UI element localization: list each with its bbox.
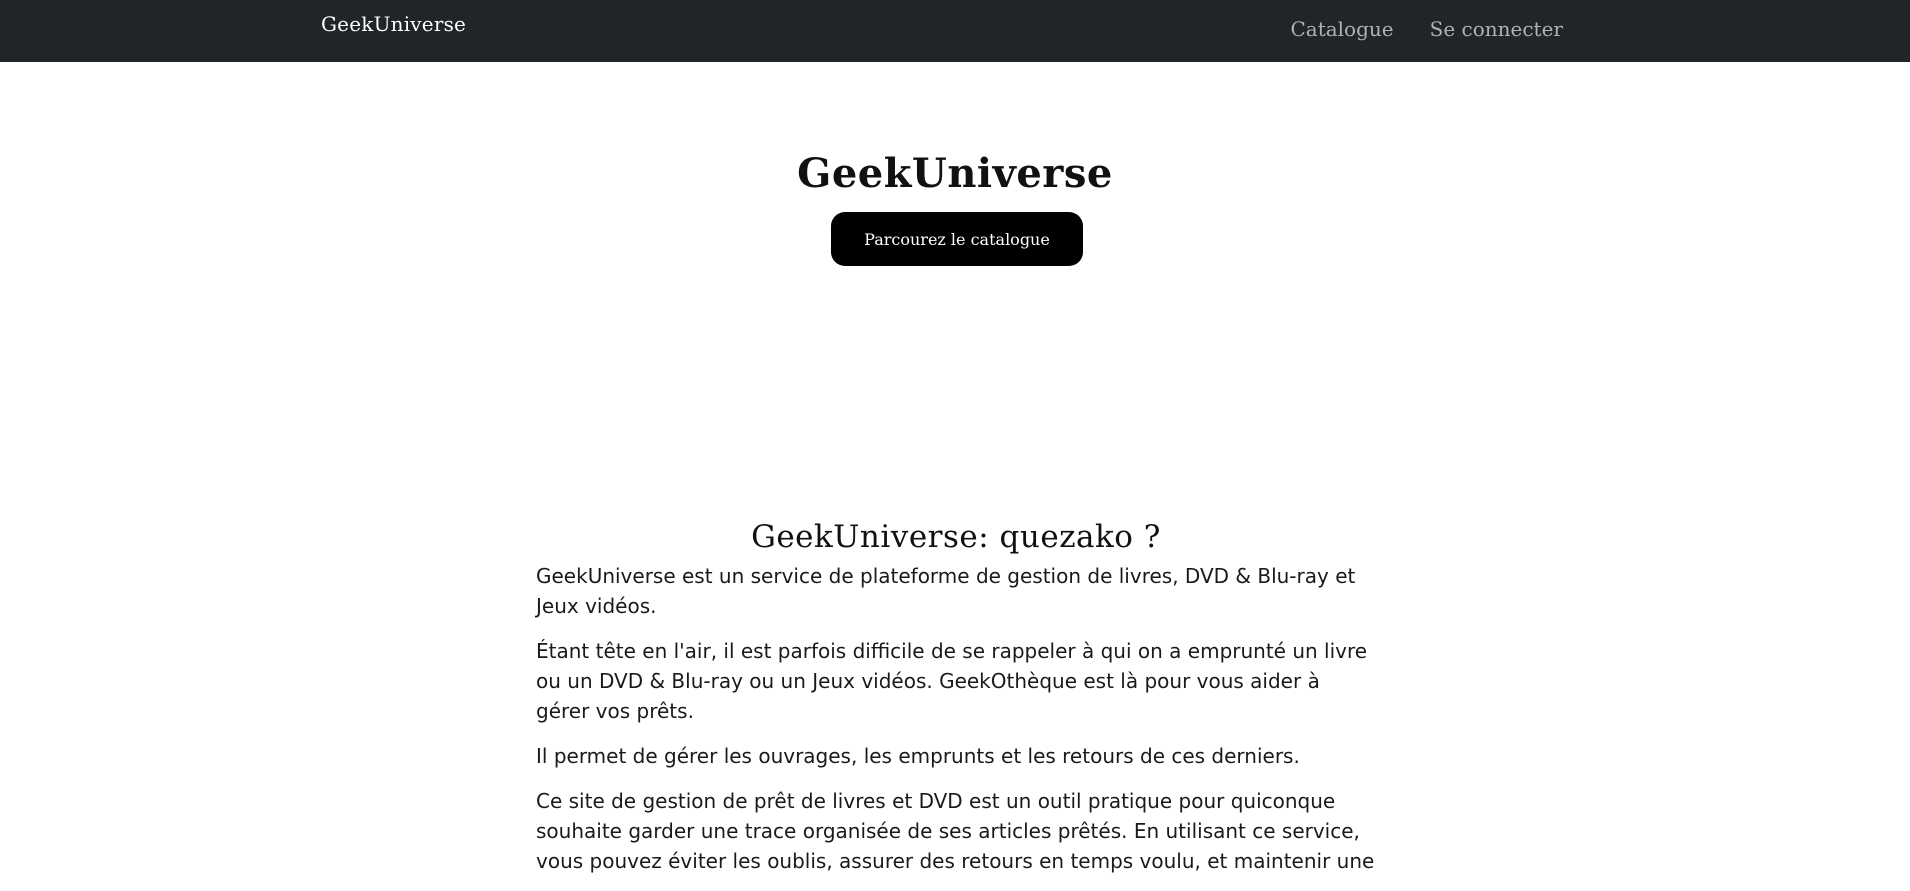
nav-links: Catalogue Se connecter [1290, 17, 1563, 41]
browse-catalogue-button[interactable]: Parcourez le catalogue [831, 212, 1083, 266]
nav-link-catalogue[interactable]: Catalogue [1290, 17, 1393, 41]
about-paragraph-1: GeekUniverse est un service de plateform… [536, 564, 1356, 618]
about-paragraph-4: Ce site de gestion de prêt de livres et … [536, 789, 1375, 873]
brand-link[interactable]: GeekUniverse [321, 12, 466, 36]
about-paragraph-2: Étant tête en l'air, il est parfois diff… [536, 639, 1368, 723]
about-title: GeekUniverse: quezako ? [751, 519, 1161, 555]
hero-title: GeekUniverse [797, 150, 1113, 197]
about-section: GeekUniverse: quezako ? GeekUniverse est… [536, 519, 1376, 891]
about-paragraph-3: Il permet de gérer les ouvrages, les emp… [536, 744, 1300, 768]
nav-link-login[interactable]: Se connecter [1430, 17, 1563, 41]
top-navbar: GeekUniverse Catalogue Se connecter [0, 0, 1910, 62]
